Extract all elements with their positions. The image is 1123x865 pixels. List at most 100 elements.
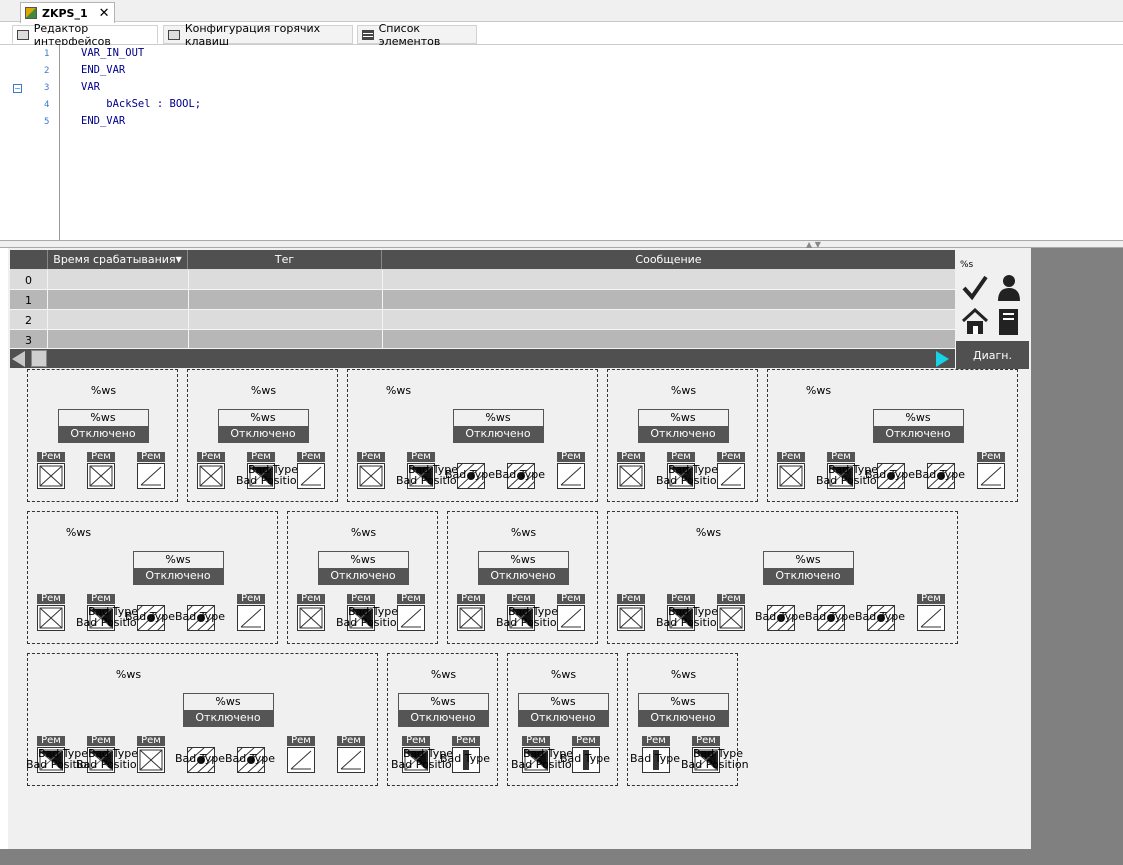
device-indicator[interactable]: Рем Bad Type Bad Position [681,736,749,773]
status-value: %ws [58,410,148,426]
device-indicator[interactable]: Рем Bad Type Bad Position [236,452,304,489]
status-box[interactable]: %ws Отключено [217,409,309,443]
device-indicator[interactable]: Bad Type [175,594,225,631]
device-indicator[interactable]: Bad Type [805,594,855,631]
device-indicator[interactable]: Bad Type [225,736,275,773]
device-indicator[interactable]: Bad Type [865,452,915,489]
device-indicator[interactable]: Рем Bad Type [440,736,490,773]
device-indicator[interactable]: Рем [336,736,367,773]
device-indicator[interactable]: Bad Type [855,594,905,631]
device-indicator[interactable]: Рем [556,452,587,489]
status-box[interactable]: %ws Отключено [637,409,729,443]
device-indicator[interactable]: Bad Type [125,594,175,631]
device-indicator[interactable]: Рем [356,452,387,489]
device-indicator[interactable]: Рем Bad Type Bad Position [656,594,724,631]
device-indicator[interactable]: Рем [556,594,587,631]
tab-element-list[interactable]: Список элементов [357,22,477,48]
device-indicator[interactable]: Bad Type [755,594,805,631]
device-indicator[interactable]: Рем [296,594,327,631]
status-box[interactable]: %ws Отключено [517,693,609,727]
device-indicator[interactable]: Рем Bad Type Bad Position [511,736,579,773]
line-symbol-icon [920,608,942,628]
device-indicator[interactable]: Рем [86,452,117,489]
status-box[interactable]: %ws Отключено [132,551,224,585]
declaration-editor[interactable]: − 1 2 3 4 5 VAR_IN_OUT END_VAR VAR bAckS… [8,45,1123,240]
device-indicator[interactable]: Рем [36,594,67,631]
status-box[interactable]: %ws Отключено [182,693,274,727]
user-icon[interactable] [996,273,1022,302]
interface-editor-icon [17,29,29,40]
scrollbar-thumb[interactable] [31,350,47,367]
fold-toggle-icon[interactable]: − [13,84,22,93]
alarm-table[interactable]: Время срабатывания ▼ Тег Сообщение 0 1 2… [10,250,955,350]
cross-symbol-icon [299,607,323,629]
device-indicator[interactable]: Рем [616,594,647,631]
table-row[interactable]: 3 [10,330,955,350]
device-indicator[interactable]: Bad Type [445,452,495,489]
status-box[interactable]: %ws Отключено [397,693,489,727]
home-icon[interactable] [961,308,989,335]
tab-interface-editor[interactable]: Редактор интерфейсов [12,22,158,48]
status-box[interactable]: %ws Отключено [762,551,854,585]
column-header-time[interactable]: Время срабатывания ▼ [48,250,188,269]
device-indicator[interactable]: Рем [296,452,327,489]
acknowledge-check-icon[interactable] [961,274,989,302]
device-indicator[interactable]: Рем Bad Type Bad Position [76,736,144,773]
status-box[interactable]: %ws Отключено [317,551,409,585]
device-indicator[interactable]: Bad Type [915,452,965,489]
device-indicator[interactable]: Рем [396,594,427,631]
status-box[interactable]: %ws Отключено [477,551,569,585]
device-indicator[interactable]: Рем [136,452,167,489]
status-box[interactable]: %ws Отключено [452,409,544,443]
device-indicator[interactable]: Рем Bad Type [630,736,680,773]
device-indicator[interactable]: Bad Type [175,736,225,773]
device-indicator[interactable]: Рем Bad Type Bad Position [336,594,404,631]
device-indicator[interactable]: Рем [36,452,67,489]
close-icon[interactable]: ✕ [99,6,110,21]
device-indicator[interactable]: Рем Bad Type Bad Position [76,594,144,631]
pane-splitter[interactable] [0,240,1123,248]
device-indicator[interactable]: Рем [716,452,747,489]
log-book-icon[interactable] [997,308,1021,336]
status-box[interactable]: %ws Отключено [872,409,964,443]
column-header-tag[interactable]: Тег [188,250,382,269]
device-indicator[interactable]: Рем Bad Type Bad Position [396,452,464,489]
device-indicator[interactable]: Рем Bad Type Bad Position [656,452,724,489]
device-indicator[interactable]: Рем [236,594,267,631]
scroll-right-icon[interactable] [936,351,949,367]
code-line[interactable]: END_VAR [81,115,125,127]
scroll-left-icon[interactable] [12,351,25,367]
code-line[interactable]: VAR_IN_OUT [81,47,144,59]
device-indicator[interactable]: Рем Bad Type Bad Position [391,736,459,773]
status-box[interactable]: %ws Отключено [57,409,149,443]
device-indicator[interactable]: Рем [776,452,807,489]
table-row[interactable]: 0 [10,270,955,290]
device-indicator[interactable]: Рем [196,452,227,489]
table-row[interactable]: 1 [10,290,955,310]
device-indicator[interactable]: Рем [976,452,1007,489]
device-indicator[interactable]: Bad Type [495,452,545,489]
rem-label: Рем [297,594,325,604]
device-indicator[interactable]: Рем [456,594,487,631]
horizontal-scrollbar[interactable] [10,349,955,368]
device-indicator[interactable]: Рем [616,452,647,489]
document-tab[interactable]: ZKPS_1 ✕ [20,2,115,23]
sort-down-icon[interactable]: ▼ [176,255,182,264]
device-indicator[interactable]: Рем Bad Type Bad Position [26,736,94,773]
device-indicator[interactable]: Рем Bad Type Bad Position [816,452,884,489]
tab-hotkeys-config[interactable]: Конфигурация горячих клавиш [163,22,353,48]
device-indicator[interactable]: Рем Bad Type Bad Position [496,594,564,631]
code-line[interactable]: VAR [81,81,100,93]
status-box[interactable]: %ws Отключено [637,693,729,727]
code-line[interactable]: bAckSel : BOOL; [81,98,201,110]
device-indicator[interactable]: Рем [716,594,747,631]
table-row[interactable]: 2 [10,310,955,330]
status-value: %ws [873,410,963,426]
device-indicator[interactable]: Рем Bad Type [560,736,610,773]
code-line[interactable]: END_VAR [81,64,125,76]
device-indicator[interactable]: Рем [136,736,167,773]
device-indicator[interactable]: Рем [916,594,947,631]
column-header-message[interactable]: Сообщение [382,250,955,269]
device-indicator[interactable]: Рем [286,736,317,773]
diagnostics-button[interactable]: Диагн. [956,341,1029,369]
